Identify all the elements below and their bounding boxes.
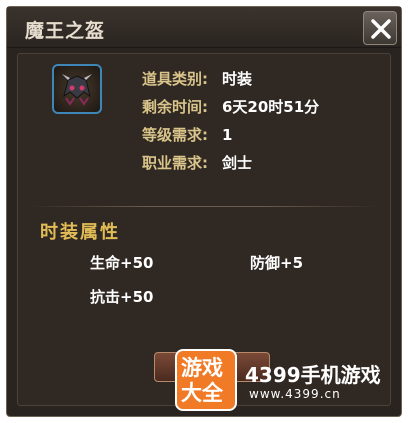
info-row-class-requirement: 职业需求: 剑士 [142,152,252,173]
info-label: 职业需求: [142,154,208,172]
watermark-badge-line1: 游戏 [181,356,223,380]
watermark-badge-line2: 大全 [181,381,223,405]
watermark: 游戏 大全 4399手机游戏 www.4399.cn [175,343,404,416]
close-button[interactable] [363,11,397,45]
info-label: 剩余时间: [142,98,208,116]
close-icon [371,19,391,39]
info-value: 6天20时51分 [222,98,320,116]
title-bar: 魔王之盔 [7,7,401,48]
item-slot [52,64,102,114]
divider [28,206,380,207]
info-row-remaining-time: 剩余时间: 6天20时51分 [142,96,319,117]
info-row-level-requirement: 等级需求: 1 [142,124,232,145]
watermark-url: www.4399.cn [249,387,341,401]
info-label: 道具类别: [142,70,208,88]
info-row-category: 道具类别: 时装 [142,68,252,89]
info-value: 时装 [222,70,253,88]
info-label: 等级需求: [142,126,208,144]
watermark-site-name: 4399手机游戏 [245,363,381,387]
info-value: 1 [222,126,233,144]
watermark-logo: 游戏 大全 [175,349,237,411]
dialog-title: 魔王之盔 [25,20,106,42]
section-title: 时装属性 [40,222,120,243]
helmet-icon [62,74,92,106]
info-value: 剑士 [222,154,253,172]
attribute-resist: 抗击+50 [90,288,154,306]
attribute-defense: 防御+5 [250,254,304,272]
attribute-hp: 生命+50 [90,254,154,272]
